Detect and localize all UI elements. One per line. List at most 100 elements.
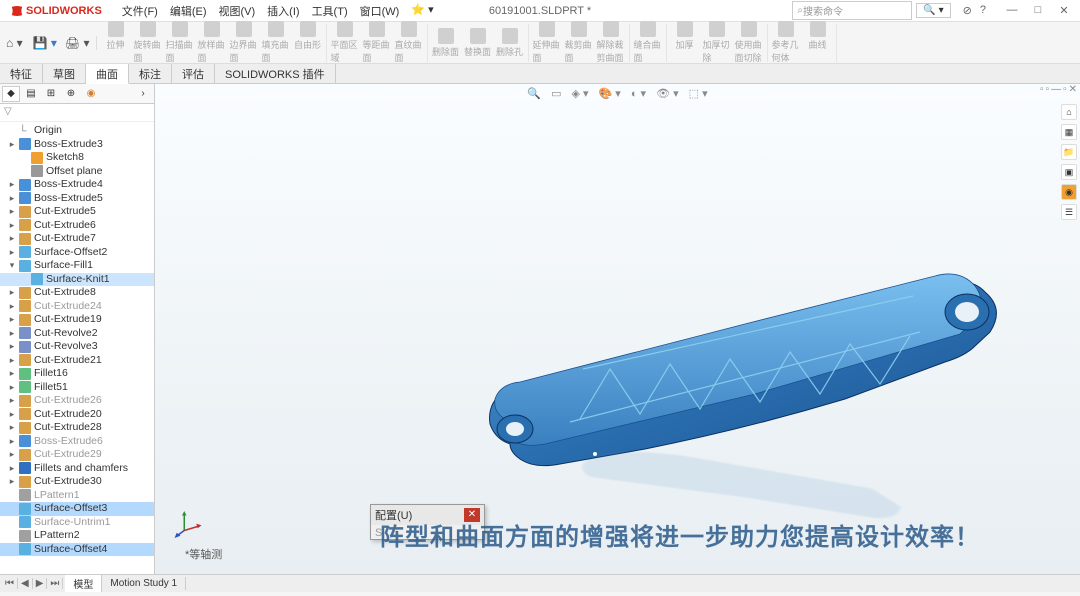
ribbon-button[interactable]: 缝合曲面 <box>634 21 662 64</box>
tree-item[interactable]: ▸Boss-Extrude5 <box>0 192 154 206</box>
tab-evaluate[interactable]: 评估 <box>172 64 215 83</box>
tree-item[interactable]: Surface-Untrim1 <box>0 516 154 530</box>
tree-item[interactable]: Surface-Offset4 <box>0 543 154 557</box>
tree-item[interactable]: Offset plane <box>0 165 154 179</box>
feature-tree[interactable]: Origin▸Boss-Extrude3Sketch8Offset plane▸… <box>0 122 154 574</box>
tp-home-icon[interactable]: ⌂ <box>1061 104 1077 120</box>
tree-expand[interactable]: › <box>134 86 152 102</box>
ribbon-button[interactable]: 旋转曲面 <box>134 21 162 64</box>
tree-item[interactable]: Origin <box>0 124 154 138</box>
vp-btn-3[interactable]: — <box>1051 84 1061 95</box>
tp-prop-icon[interactable]: ☰ <box>1061 204 1077 220</box>
menu-edit[interactable]: 编辑(E) <box>164 3 213 19</box>
tree-tab-4[interactable]: ⊕ <box>62 86 80 102</box>
vp-btn-2[interactable]: ▫ <box>1046 84 1050 95</box>
tree-item[interactable]: ▸Cut-Revolve2 <box>0 327 154 341</box>
tree-item[interactable]: ▸Cut-Extrude24 <box>0 300 154 314</box>
tree-item[interactable]: ▸Fillet51 <box>0 381 154 395</box>
minimize-button[interactable]: — <box>1000 4 1024 17</box>
tab-surface[interactable]: 曲面 <box>86 64 129 84</box>
home-icon[interactable]: ⌂ ▾ <box>6 36 23 50</box>
tree-item[interactable]: ▸Cut-Extrude8 <box>0 286 154 300</box>
vt-view[interactable]: 👁 ▾ <box>653 86 682 101</box>
tp-appear-icon[interactable]: ◉ <box>1061 184 1077 200</box>
tree-item[interactable]: ▸Cut-Revolve3 <box>0 340 154 354</box>
tree-item[interactable]: ▸Cut-Extrude26 <box>0 394 154 408</box>
tree-tab-3[interactable]: ⊞ <box>42 86 60 102</box>
search-input[interactable]: ⌕ 搜索命令 <box>792 1 912 20</box>
vt-fit[interactable]: ▭ <box>548 86 564 101</box>
search-dropdown[interactable]: 🔍 ▾ <box>916 3 950 18</box>
bt-first[interactable]: ⏮ <box>2 578 18 589</box>
tree-item[interactable]: ▸Cut-Extrude30 <box>0 475 154 489</box>
help-icon[interactable]: ? <box>980 4 986 17</box>
ribbon-button[interactable]: 加厚切除 <box>703 21 731 64</box>
tree-item[interactable]: ▸Cut-Extrude28 <box>0 421 154 435</box>
tree-filter[interactable]: ▽ <box>0 104 154 122</box>
vt-orient[interactable]: ◈ ▾ <box>569 86 592 101</box>
ribbon-button[interactable]: 裁剪曲面 <box>565 21 593 64</box>
vp-btn-4[interactable]: ▫ <box>1063 84 1067 95</box>
close-button[interactable]: ✕ <box>1052 4 1076 17</box>
menu-window[interactable]: 窗口(W) <box>354 3 406 19</box>
tree-item[interactable]: ▸Boss-Extrude6 <box>0 435 154 449</box>
ribbon-button[interactable]: 填充曲面 <box>262 21 290 64</box>
tree-item[interactable]: Sketch8 <box>0 151 154 165</box>
vp-btn-5[interactable]: ✕ <box>1069 84 1077 95</box>
ribbon-button[interactable]: 使用曲面切除 <box>735 21 763 64</box>
menu-tools[interactable]: 工具(T) <box>306 3 354 19</box>
tree-item[interactable]: ▸Cut-Extrude20 <box>0 408 154 422</box>
ribbon-button[interactable]: 删除面 <box>432 28 460 58</box>
tab-feature[interactable]: 特征 <box>0 64 43 83</box>
print-icon[interactable]: 🖨 ▾ <box>65 36 90 50</box>
tab-addins[interactable]: SOLIDWORKS 插件 <box>215 64 336 83</box>
tree-item[interactable]: ▸Fillet16 <box>0 367 154 381</box>
menu-insert[interactable]: 插入(I) <box>261 3 305 19</box>
tree-item[interactable]: Surface-Knit1 <box>0 273 154 287</box>
ribbon-button[interactable]: 自由形 <box>294 21 322 64</box>
tree-item[interactable]: LPattern2 <box>0 529 154 543</box>
tree-item[interactable]: ▸Cut-Extrude29 <box>0 448 154 462</box>
menu-file[interactable]: 文件(F) <box>116 3 164 19</box>
bottom-tab-motion[interactable]: Motion Study 1 <box>102 577 186 590</box>
tree-item[interactable]: ▾Surface-Fill1 <box>0 259 154 273</box>
maximize-button[interactable]: □ <box>1026 4 1050 17</box>
tree-item[interactable]: ▸Boss-Extrude4 <box>0 178 154 192</box>
ribbon-button[interactable]: 等距曲面 <box>363 21 391 64</box>
vp-btn-1[interactable]: ▫ <box>1040 84 1044 95</box>
tree-tab-config[interactable]: ▤ <box>22 86 40 102</box>
tree-tab-feature[interactable]: ◆ <box>2 86 20 102</box>
vt-zoom[interactable]: 🔍 <box>524 86 544 101</box>
tree-item[interactable]: Surface-Offset3 <box>0 502 154 516</box>
bt-prev[interactable]: ◀ <box>18 578 33 589</box>
ribbon-button[interactable]: 删除孔 <box>496 28 524 58</box>
tree-item[interactable]: LPattern1 <box>0 489 154 503</box>
tree-item[interactable]: ▸Fillets and chamfers <box>0 462 154 476</box>
tree-item[interactable]: ▸Boss-Extrude3 <box>0 138 154 152</box>
tab-annotate[interactable]: 标注 <box>129 64 172 83</box>
bt-last[interactable]: ⏭ <box>47 578 63 589</box>
vt-scene[interactable]: ◐ ▾ <box>628 86 649 101</box>
bottom-tab-model[interactable]: 模型 <box>65 575 102 592</box>
ribbon-button[interactable]: 加厚 <box>671 21 699 64</box>
ribbon-button[interactable]: 放样曲面 <box>198 21 226 64</box>
ribbon-button[interactable]: 替换面 <box>464 28 492 58</box>
ribbon-button[interactable]: 延伸曲面 <box>533 21 561 64</box>
vt-display[interactable]: 🎨 ▾ <box>596 86 624 101</box>
tree-item[interactable]: ▸Cut-Extrude7 <box>0 232 154 246</box>
ribbon-button[interactable]: 边界曲面 <box>230 21 258 64</box>
tree-item[interactable]: ▸Cut-Extrude19 <box>0 313 154 327</box>
tree-item[interactable]: ▸Cut-Extrude21 <box>0 354 154 368</box>
ribbon-button[interactable]: 曲线 <box>804 21 832 64</box>
bt-next[interactable]: ▶ <box>33 578 48 589</box>
tree-item[interactable]: ▸Surface-Offset2 <box>0 246 154 260</box>
view-triad[interactable] <box>173 508 203 538</box>
tab-sketch[interactable]: 草图 <box>43 64 86 83</box>
ribbon-button[interactable]: 拉伸 <box>102 21 130 64</box>
tp-file-icon[interactable]: 📁 <box>1061 144 1077 160</box>
ribbon-button[interactable]: 平面区域 <box>331 21 359 64</box>
login-icon[interactable]: ⊘ <box>963 4 972 17</box>
tree-item[interactable]: ▸Cut-Extrude5 <box>0 205 154 219</box>
ribbon-button[interactable]: 解除裁剪曲面 <box>597 21 625 64</box>
menu-more[interactable]: ⭐ ▾ <box>405 3 439 19</box>
